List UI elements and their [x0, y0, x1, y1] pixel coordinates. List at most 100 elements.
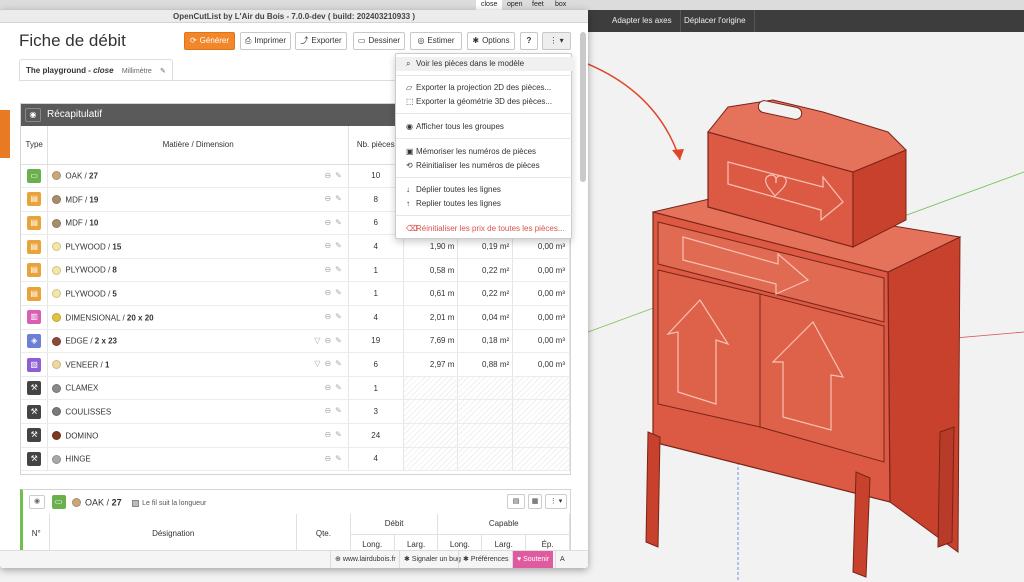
material-name: MDF / 19 [65, 195, 99, 205]
summary-row[interactable]: ⚒ DOMINO ⊖ ✎ 24 [21, 423, 570, 448]
menu-item-save-numbers[interactable]: ▣ Mémoriser les numéros de pièces [396, 145, 573, 159]
draw-button[interactable]: ▭ Dessiner [353, 32, 405, 50]
material-type-icon: ⚒ [27, 428, 42, 443]
support-button[interactable]: ♥ Soutenir [512, 551, 554, 568]
more-menu-button[interactable]: ⋮ ▾ [542, 32, 571, 50]
more-dropdown-menu: ⌕ Voir les pièces dans le modèle ▱ Exporte… [395, 53, 573, 239]
material-name: EDGE / 2 x 23 [65, 336, 118, 346]
material-color-dot [52, 383, 62, 393]
col-qty: Qte. [296, 514, 351, 555]
about-link[interactable]: A propos [555, 551, 588, 568]
info-icon[interactable]: ⊖ [324, 241, 331, 250]
area-cell [457, 423, 514, 448]
type-cell: ⚒ [21, 447, 49, 472]
info-icon[interactable]: ⊖ [324, 194, 331, 203]
document-icon[interactable]: ▦ [528, 494, 542, 509]
group-more-button[interactable]: ⋮ ▾ [545, 494, 567, 509]
pencil-icon[interactable]: ✎ [335, 336, 342, 345]
pencil-icon[interactable]: ✎ [335, 194, 342, 203]
material-cell: MDF / 19 ⊖ ✎ [47, 187, 349, 212]
pencil-icon[interactable]: ✎ [335, 171, 342, 180]
material-cell: DOMINO ⊖ ✎ [47, 423, 349, 448]
summary-row[interactable]: ⚒ HINGE ⊖ ✎ 4 [21, 447, 570, 472]
print-button[interactable]: ⎙ Imprimer [240, 32, 291, 50]
summary-row[interactable]: ⚒ COULISSES ⊖ ✎ 3 [21, 399, 570, 425]
scrollbar[interactable] [580, 32, 586, 182]
pencil-icon[interactable]: ✎ [335, 265, 342, 274]
info-icon[interactable]: ⊖ [324, 265, 331, 274]
summary-row[interactable]: ▤ PLYWOOD / 8 ⊖ ✎ 1 0,58 m 0,22 m² 0,00 m³ [21, 258, 570, 283]
options-button[interactable]: ✱ Options [467, 32, 515, 50]
pencil-icon[interactable]: ✎ [335, 454, 342, 463]
volume-cell: 0,00 m³ [512, 258, 570, 283]
pencil-icon[interactable]: ✎ [160, 68, 166, 75]
estimate-button[interactable]: ◎ Estimer [410, 32, 462, 50]
info-icon[interactable]: ⊖ [324, 359, 331, 368]
back-right-leg [937, 426, 955, 548]
adapt-axes-button[interactable]: Adapter les axes [604, 10, 681, 32]
count-cell: 6 [348, 352, 404, 377]
help-button[interactable]: ? [520, 32, 538, 50]
pencil-icon[interactable]: ✎ [335, 218, 342, 227]
info-icon[interactable]: ⊖ [324, 336, 331, 345]
volume-cell: 0,00 m³ [512, 281, 570, 307]
summary-row[interactable]: ▧ VENEER / 1 ▽ ⊖ ✎ 6 2,97 m 0,88 m² 0,00 m³ [21, 352, 570, 377]
preferences-link[interactable]: ✱ Préférences [458, 551, 513, 568]
menu-item-collapse-all[interactable]: ↑ Replier toutes les lignes [396, 197, 573, 211]
summary-row[interactable]: ▥ DIMENSIONAL / 20 x 20 ⊖ ✎ 4 2,01 m 0,04 m² 0,… [21, 305, 570, 330]
report-bug-link[interactable]: ✱ Signaler un bug [399, 551, 465, 568]
info-icon[interactable]: ⊖ [324, 406, 331, 415]
system-bar-item-close[interactable]: close [476, 0, 503, 10]
count-cell: 4 [348, 447, 404, 472]
pencil-icon[interactable]: ✎ [335, 312, 342, 321]
eye-slash-icon[interactable]: ◉ [29, 495, 45, 509]
gear-icon: ✱ [472, 36, 480, 45]
system-bar-item-box[interactable]: box [550, 0, 571, 10]
export-2d-icon: ▱ [406, 83, 413, 92]
menu-separator [396, 215, 573, 216]
menu-item-highlight-parts[interactable]: ⌕ Voir les pièces dans le modèle [396, 57, 573, 71]
tab-model[interactable]: The playground - close Millimètre ✎ [19, 59, 173, 81]
system-bar-item-feet[interactable]: feet [527, 0, 549, 10]
material-cell: CLAMEX ⊖ ✎ [47, 376, 349, 401]
menu-item-reset-prices[interactable]: ⌫Réinitialiser les prix de toutes les pi… [396, 222, 573, 236]
menu-item-reset-numbers[interactable]: ⟲ Réinitialiser les numéros de pièces [396, 159, 573, 173]
pencil-icon[interactable]: ✎ [335, 359, 342, 368]
page-title: Fiche de débit [19, 31, 126, 50]
info-icon[interactable]: ⊖ [324, 218, 331, 227]
pencil-icon[interactable]: ✎ [335, 241, 342, 250]
material-type-icon: ▤ [27, 239, 42, 254]
summary-row[interactable]: ◈ EDGE / 2 x 23 ▽ ⊖ ✎ 19 7,69 m 0,18 m² 0,00 m³ [21, 329, 570, 354]
info-icon[interactable]: ⊖ [324, 430, 331, 439]
filter-icon[interactable]: ▽ [314, 359, 320, 368]
menu-item-export-3d[interactable]: ⬚ Exporter la géométrie 3D des pièces... [396, 95, 573, 109]
move-origin-button[interactable]: Déplacer l'origine [676, 10, 755, 32]
filter-icon[interactable]: ▽ [314, 336, 320, 345]
info-icon[interactable]: ⊖ [324, 171, 331, 180]
summary-row[interactable]: ▤ PLYWOOD / 5 ⊖ ✎ 1 0,61 m 0,22 m² 0,00 m³ [21, 281, 570, 307]
area-cell: 0,04 m² [457, 305, 514, 330]
pencil-icon[interactable]: ✎ [335, 406, 342, 415]
info-icon[interactable]: ⊖ [324, 312, 331, 321]
summary-row[interactable]: ⚒ CLAMEX ⊖ ✎ 1 [21, 376, 570, 401]
label-icon[interactable]: ▤ [507, 494, 525, 509]
info-icon[interactable]: ⊖ [324, 288, 331, 297]
material-color-dot [52, 265, 62, 275]
menu-item-export-2d[interactable]: ▱ Exporter la projection 2D des pièces... [396, 81, 573, 95]
model-viewport[interactable] [588, 32, 1024, 582]
eye-slash-icon[interactable]: ◉ [25, 108, 41, 122]
info-icon[interactable]: ⊖ [324, 454, 331, 463]
material-name: DIMENSIONAL / 20 x 20 [65, 313, 154, 323]
pencil-icon[interactable]: ✎ [335, 288, 342, 297]
pencil-icon[interactable]: ✎ [335, 383, 342, 392]
system-bar-item-open[interactable]: open [502, 0, 528, 10]
pencil-icon[interactable]: ✎ [335, 430, 342, 439]
menu-item-show-groups[interactable]: ◉ Afficher tous les groupes [396, 120, 573, 134]
export-button[interactable]: ⤴ Exporter [295, 32, 347, 50]
length-cell [403, 399, 459, 425]
material-cell: HINGE ⊖ ✎ [47, 447, 349, 472]
menu-item-expand-all[interactable]: ↓ Déplier toutes les lignes [396, 183, 573, 197]
generate-button[interactable]: ⟳ Générer [184, 32, 235, 50]
info-icon[interactable]: ⊖ [324, 383, 331, 392]
site-link[interactable]: ⊕ www.lairdubois.fr [330, 551, 400, 568]
